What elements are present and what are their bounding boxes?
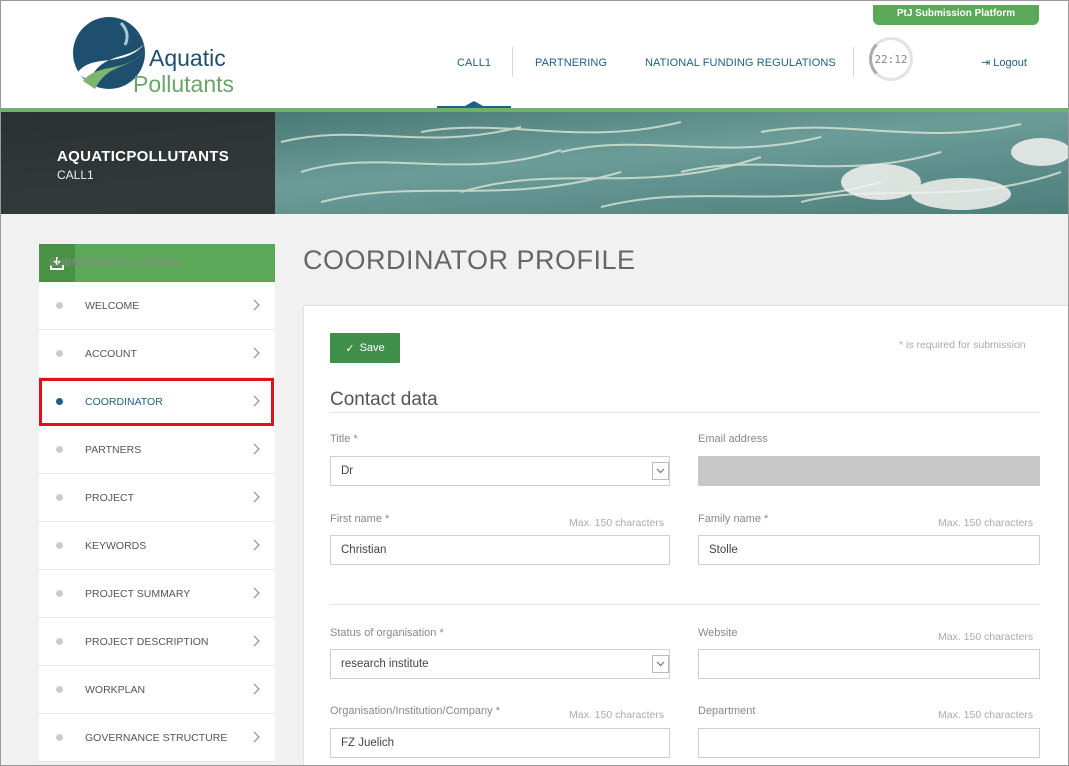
logout-button[interactable]: ⇥ Logout bbox=[981, 56, 1027, 69]
sidebar-item-workplan[interactable]: WORKPLAN bbox=[39, 666, 275, 714]
nav-divider bbox=[853, 47, 854, 77]
chevron-down-icon[interactable] bbox=[652, 655, 669, 673]
nav-partnering[interactable]: PARTNERING bbox=[535, 57, 607, 69]
status-dot bbox=[56, 494, 63, 501]
first-name-label: First name * bbox=[330, 513, 390, 525]
chevron-right-icon bbox=[253, 539, 260, 551]
sidebar: SUBMISSION PLATFORM WELCOME ACCOUNT COOR… bbox=[39, 244, 275, 762]
sidebar-item-label: PROJECT DESCRIPTION bbox=[85, 635, 209, 648]
logout-icon: ⇥ bbox=[981, 57, 991, 69]
sidebar-item-label: PARTNERS bbox=[85, 443, 142, 456]
logo-text-line2: Pollutants bbox=[133, 71, 235, 97]
chevron-right-icon bbox=[253, 395, 260, 407]
sidebar-item-coordinator[interactable]: COORDINATOR bbox=[39, 378, 275, 426]
required-note: * is required for submission bbox=[899, 339, 1026, 351]
sidebar-item-label: WELCOME bbox=[85, 299, 140, 312]
header: Aquatic Pollutants CALL1 PARTNERING NATI… bbox=[1, 1, 1068, 109]
sidebar-item-governance-structure[interactable]: GOVERNANCE STRUCTURE bbox=[39, 714, 275, 762]
save-label: Save bbox=[359, 342, 385, 354]
section-divider bbox=[330, 604, 1040, 605]
status-dot bbox=[56, 542, 63, 549]
nav-national-funding-regulations[interactable]: NATIONAL FUNDING REGULATIONS bbox=[645, 57, 836, 69]
department-label: Department bbox=[698, 705, 756, 717]
family-name-hint: Max. 150 characters bbox=[938, 517, 1034, 529]
section-divider bbox=[330, 412, 1040, 413]
sidebar-item-label: COORDINATOR bbox=[85, 395, 163, 408]
email-field bbox=[698, 456, 1040, 486]
website-field[interactable] bbox=[698, 649, 1040, 679]
chevron-right-icon bbox=[253, 731, 260, 743]
sidebar-item-project[interactable]: PROJECT bbox=[39, 474, 275, 522]
family-name-field[interactable]: Stolle bbox=[698, 535, 1040, 565]
section-title: Contact data bbox=[330, 389, 438, 410]
sidebar-item-label: PROJECT SUMMARY bbox=[85, 587, 191, 600]
page-title: COORDINATOR PROFILE bbox=[303, 245, 636, 275]
website-label: Website bbox=[698, 627, 738, 639]
sidebar-item-account[interactable]: ACCOUNT bbox=[39, 330, 275, 378]
organisation-hint: Max. 150 characters bbox=[569, 709, 665, 721]
status-dot bbox=[56, 638, 63, 645]
banner-subtitle: CALL1 bbox=[57, 168, 94, 182]
logo-text-line1: Aquatic bbox=[149, 45, 226, 71]
status-select[interactable]: research institute bbox=[330, 649, 670, 679]
chevron-right-icon bbox=[253, 491, 260, 503]
nav-divider bbox=[512, 47, 513, 77]
organisation-field[interactable]: FZ Juelich bbox=[330, 728, 670, 758]
logo[interactable]: Aquatic Pollutants bbox=[69, 11, 269, 101]
status-dot bbox=[56, 446, 63, 453]
organisation-label: Organisation/Institution/Company * bbox=[330, 705, 500, 717]
session-timer: 22:12 bbox=[869, 37, 913, 81]
sidebar-header[interactable]: SUBMISSION PLATFORM bbox=[39, 244, 275, 282]
first-name-field[interactable]: Christian bbox=[330, 535, 670, 565]
sidebar-item-label: ACCOUNT bbox=[85, 347, 137, 360]
status-dot bbox=[56, 734, 63, 741]
sidebar-item-partners[interactable]: PARTNERS bbox=[39, 426, 275, 474]
sidebar-item-label: KEYWORDS bbox=[85, 539, 147, 552]
platform-badge: PtJ Submission Platform bbox=[873, 5, 1039, 25]
save-button[interactable]: ✓ Save bbox=[330, 333, 400, 363]
chevron-down-icon[interactable] bbox=[652, 462, 669, 480]
sidebar-item-label: PROJECT bbox=[85, 491, 135, 504]
status-dot bbox=[56, 686, 63, 693]
chevron-right-icon bbox=[253, 587, 260, 599]
status-dot bbox=[56, 350, 63, 357]
sidebar-item-project-summary[interactable]: PROJECT SUMMARY bbox=[39, 570, 275, 618]
nav-call1[interactable]: CALL1 bbox=[457, 57, 491, 69]
department-hint: Max. 150 characters bbox=[938, 709, 1034, 721]
sidebar-item-project-description[interactable]: PROJECT DESCRIPTION bbox=[39, 618, 275, 666]
sidebar-item-label: WORKPLAN bbox=[85, 683, 146, 696]
logout-label: Logout bbox=[993, 57, 1027, 69]
chevron-right-icon bbox=[253, 683, 260, 695]
chevron-right-icon bbox=[253, 443, 260, 455]
title-select[interactable]: Dr bbox=[330, 456, 670, 486]
title-label: Title * bbox=[330, 433, 358, 445]
first-name-hint: Max. 150 characters bbox=[569, 517, 665, 529]
sidebar-header-label: SUBMISSION PLATFORM bbox=[49, 257, 181, 269]
status-dot bbox=[56, 398, 63, 405]
check-icon: ✓ bbox=[345, 342, 355, 355]
status-label: Status of organisation * bbox=[330, 627, 444, 639]
status-dot bbox=[56, 590, 63, 597]
banner-title: AQUATICPOLLUTANTS bbox=[57, 148, 230, 165]
status-dot bbox=[56, 302, 63, 309]
department-field[interactable] bbox=[698, 728, 1040, 758]
chevron-right-icon bbox=[253, 635, 260, 647]
website-hint: Max. 150 characters bbox=[938, 631, 1034, 643]
app-window: Aquatic Pollutants CALL1 PARTNERING NATI… bbox=[0, 0, 1069, 766]
sidebar-item-label: GOVERNANCE STRUCTURE bbox=[85, 731, 228, 744]
sidebar-item-keywords[interactable]: KEYWORDS bbox=[39, 522, 275, 570]
sidebar-item-welcome[interactable]: WELCOME bbox=[39, 282, 275, 330]
chevron-right-icon bbox=[253, 347, 260, 359]
chevron-right-icon bbox=[253, 299, 260, 311]
family-name-label: Family name * bbox=[698, 513, 769, 525]
email-label: Email address bbox=[698, 433, 768, 445]
